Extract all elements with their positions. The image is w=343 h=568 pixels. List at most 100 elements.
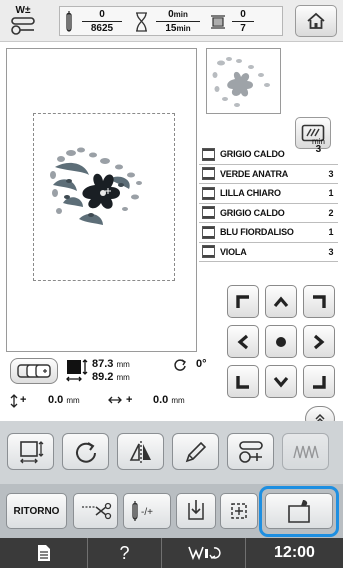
hoop-icon [17, 364, 51, 378]
stitch-step-button[interactable]: -/+ [123, 493, 171, 529]
pattern-height: 87.3 mm [92, 358, 130, 370]
thread-spool-icon [202, 147, 215, 161]
vertical-offset-icon [10, 394, 18, 408]
rotation-angle: 0° [196, 358, 207, 370]
thread-row: GRIGIO CALDO [199, 145, 338, 165]
vertical-offset: 0.0 mm [48, 394, 80, 406]
color-done: 0 [240, 9, 246, 20]
corner-down-left-icon [236, 375, 249, 389]
home-button[interactable] [295, 5, 337, 37]
color-total: 7 [240, 23, 246, 34]
mirror-button[interactable] [117, 433, 164, 470]
resize-icon [19, 440, 43, 463]
embroidery-pattern [50, 147, 142, 225]
thread-minutes: 1 [328, 227, 334, 238]
corner-up-right-icon [313, 294, 326, 308]
move-down-button[interactable] [265, 365, 297, 398]
hoop-select-button[interactable] [10, 358, 58, 384]
rotate-button[interactable] [62, 433, 109, 470]
horizontal-offset-value: 0.0 [153, 394, 169, 406]
trial-button[interactable] [220, 493, 258, 529]
stitch-done: 0 [99, 9, 105, 20]
thread-row: BLU FIORDALISO 1 [199, 223, 338, 243]
hourglass-icon [136, 12, 147, 32]
bottom-toolbar: RITORNO -/+ [0, 484, 343, 538]
document-button[interactable] [0, 538, 88, 568]
arrow-down-icon [273, 376, 289, 387]
thread-minutes: 3 [328, 246, 334, 257]
thread-spool-icon [202, 206, 215, 220]
thread-spool-icon [202, 186, 215, 200]
pattern-width: 89.2 mm [92, 371, 130, 383]
pattern-height-value: 87.3 [92, 358, 114, 370]
pattern-preview [206, 48, 281, 114]
thread-row: GRIGIO CALDO 2 [199, 204, 338, 223]
horizontal-offset-unit: mm [171, 396, 185, 405]
thread-spool-icon [202, 167, 215, 181]
vertical-offset-plus: + [20, 394, 27, 406]
stitch-total: 8625 [90, 23, 114, 34]
arrow-left-icon [237, 334, 249, 349]
help-icon: ? [119, 542, 130, 563]
start-point-button[interactable] [176, 493, 216, 529]
pattern-info-panel: 87.3 mm 89.2 mm 0° + 0.0 mm + 0.0 mm [8, 356, 223, 416]
start-point-icon [188, 500, 204, 520]
horizontal-offset-icon [108, 396, 122, 404]
pattern-size-icon [66, 359, 88, 382]
move-up-button[interactable] [265, 285, 297, 318]
svg-text:-/+: -/+ [141, 507, 153, 518]
horizontal-offset: 0.0 mm [153, 394, 185, 406]
move-up-right-button[interactable] [303, 285, 335, 318]
main-area: min 3 GRIGIO CALDO VERDE ANATRA 3 LILLA … [0, 43, 343, 432]
help-button[interactable]: ? [88, 538, 162, 568]
thread-name: VERDE ANATRA [220, 168, 289, 179]
pattern-height-unit: mm [116, 360, 130, 369]
thread-name: BLU FIORDALISO [220, 227, 294, 238]
thread-minutes: 1 [328, 188, 334, 199]
thread-row: VIOLA 3 [199, 243, 338, 262]
color-counter: 0 7 [232, 9, 254, 34]
jump-stitch-button[interactable] [73, 493, 118, 529]
scissors-jump-icon [81, 502, 111, 520]
move-down-left-button[interactable] [227, 365, 259, 398]
home-icon [307, 12, 325, 29]
arrow-right-icon [313, 334, 325, 349]
pencil-icon [185, 441, 206, 462]
vertical-offset-value: 0.0 [48, 394, 64, 406]
move-down-right-button[interactable] [303, 365, 335, 398]
vertical-offset-unit: mm [66, 396, 80, 405]
clock-time: 12:00 [274, 544, 315, 561]
connection-status [162, 538, 246, 568]
presser-foot-button[interactable]: W± [6, 4, 40, 38]
edit-toolbar [0, 421, 343, 484]
sewing-progress-panel: 0 8625 0min 15min 0 7 [59, 6, 283, 36]
center-button[interactable] [265, 325, 297, 358]
horizontal-offset-plus: + [126, 394, 133, 406]
mirror-icon [129, 440, 151, 463]
move-left-button[interactable] [227, 325, 259, 358]
return-button[interactable]: RITORNO [6, 493, 67, 529]
stitch-counter: 0 8625 [82, 9, 122, 34]
corner-up-left-icon [236, 294, 249, 308]
time-counter: 0min 15min [156, 9, 200, 34]
needle-icon [66, 11, 72, 32]
position-arrow-pad [225, 285, 337, 403]
rotation-icon [174, 359, 186, 371]
presser-foot-label: W± [15, 5, 31, 16]
move-right-button[interactable] [303, 325, 335, 358]
pattern-preview-image [212, 57, 270, 107]
move-up-left-button[interactable] [227, 285, 259, 318]
thread-list: GRIGIO CALDO VERDE ANATRA 3 LILLA CHIARO… [199, 145, 338, 262]
embroidery-canvas[interactable] [6, 48, 197, 352]
thread-name: LILLA CHIARO [220, 188, 281, 199]
thread-name: GRIGIO CALDO [220, 149, 285, 160]
color-change-icon [238, 440, 263, 463]
size-button[interactable] [7, 433, 54, 470]
stitch-length-button[interactable] [282, 433, 329, 470]
center-dot-icon [276, 336, 286, 347]
thread-color-button[interactable] [227, 433, 274, 470]
rotate-icon [75, 441, 96, 463]
corner-down-right-icon [313, 375, 326, 389]
thread-row: LILLA CHIARO 1 [199, 184, 338, 204]
density-button[interactable] [172, 433, 219, 470]
